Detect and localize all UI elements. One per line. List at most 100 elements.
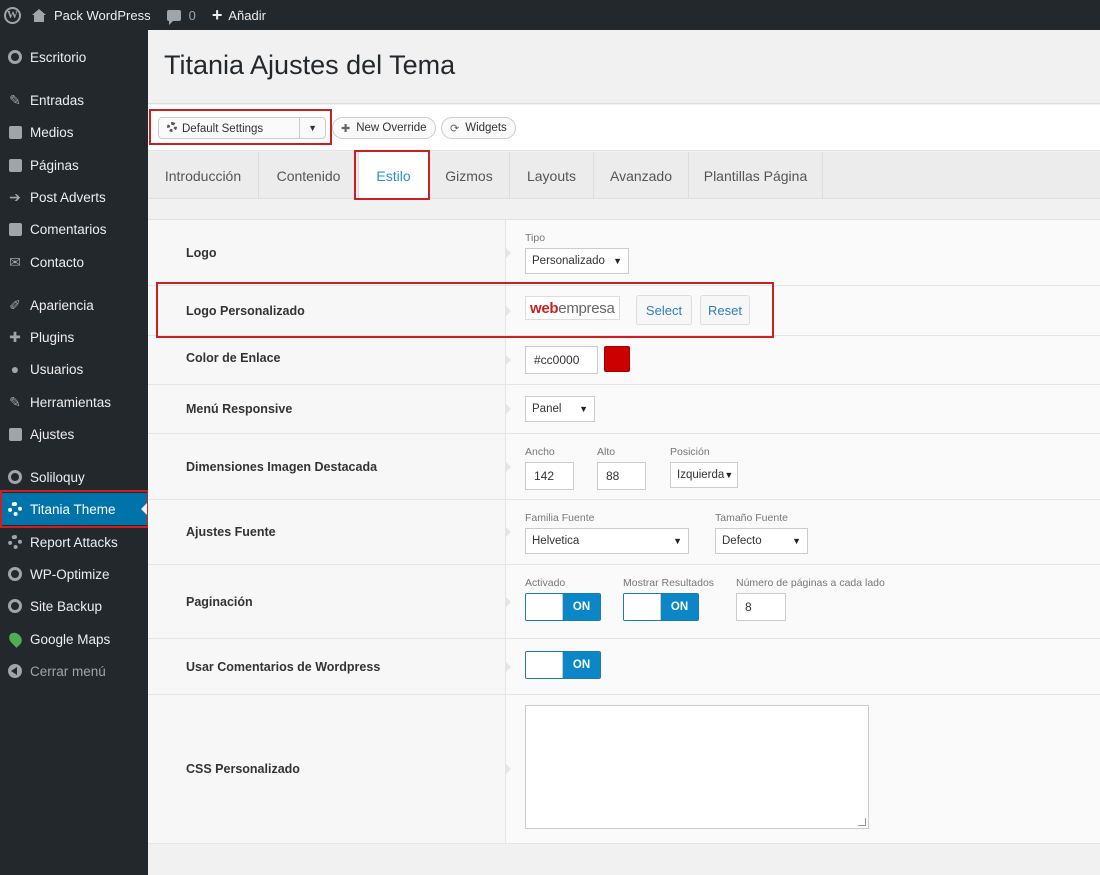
setting-control: Activado ON Mostrar Resultados ON Número… — [505, 565, 1100, 638]
pages-each-side-input[interactable]: 8 — [736, 593, 786, 621]
setting-control: ON — [505, 639, 1100, 694]
map-pin-icon — [0, 630, 30, 648]
highlight-estilo-tab — [354, 150, 430, 200]
field-label-posicion: Posición — [670, 446, 710, 458]
sidebar-item-medios[interactable]: Medios — [0, 116, 148, 148]
gear-icon — [0, 535, 30, 549]
link-color-input[interactable]: #cc0000 — [525, 346, 598, 374]
setting-row-css: CSS Personalizado — [148, 695, 1100, 844]
field-label-ancho: Ancho — [525, 446, 555, 458]
arrow-right-box-icon: ➔ — [9, 188, 21, 205]
tab-plantillas-pagina[interactable]: Plantillas Página — [689, 152, 823, 199]
sidebar-item-plugins[interactable]: ✚ Plugins — [0, 321, 148, 353]
show-results-toggle[interactable]: ON — [623, 593, 699, 621]
sidebar-item-site-backup[interactable]: Site Backup — [0, 590, 148, 622]
setting-row-logo: Logo Tipo Personalizado ▼ — [148, 220, 1100, 286]
sidebar-item-paginas[interactable]: Páginas — [0, 149, 148, 181]
sidebar-item-report-attacks[interactable]: Report Attacks — [0, 526, 148, 558]
admin-sidebar: Escritorio ✎ Entradas Medios Páginas ➔ Pos… — [0, 30, 148, 875]
sidebar-item-soliloquy[interactable]: Soliloquy — [0, 461, 148, 493]
font-family-select[interactable]: Helvetica ▼ — [525, 528, 689, 554]
home-icon — [32, 8, 46, 22]
setting-control: Ancho 142 Alto 88 Posición Izquierda ▼ — [505, 434, 1100, 499]
comment-icon — [166, 9, 181, 25]
field-label-activado: Activado — [525, 577, 566, 589]
sidebar-item-ajustes[interactable]: Ajustes — [0, 418, 148, 450]
highlight-logo-personalizado — [156, 282, 774, 338]
eye-icon — [0, 567, 30, 581]
pages-icon — [0, 158, 30, 172]
sidebar-item-herramientas[interactable]: ✎ Herramientas — [0, 386, 148, 418]
site-name: Pack WordPress — [54, 7, 151, 23]
sidebar-item-contacto[interactable]: ✉ Contacto — [0, 246, 148, 278]
highlight-titania-theme — [0, 490, 149, 528]
tab-gizmos[interactable]: Gizmos — [429, 152, 510, 199]
widgets-button[interactable]: ⟳ Widgets — [441, 117, 516, 139]
field-label-familia: Familia Fuente — [525, 512, 595, 524]
dashboard-icon — [0, 50, 30, 64]
sidebar-item-escritorio[interactable]: Escritorio — [0, 41, 148, 73]
wordpress-icon: W — [4, 6, 21, 24]
comments-link[interactable]: 0 — [159, 0, 204, 30]
link-color-swatch[interactable] — [604, 346, 630, 372]
sidebar-item-comentarios[interactable]: Comentarios — [0, 213, 148, 245]
admin-bar: W Pack WordPress 0 + Añadir — [0, 0, 1100, 30]
image-width-input[interactable]: 142 — [525, 462, 574, 490]
tab-introduccion[interactable]: Introducción — [148, 152, 259, 199]
site-name-link[interactable]: Pack WordPress — [24, 0, 159, 30]
brush-icon: ✐ — [9, 296, 21, 313]
setting-label: Ajustes Fuente — [148, 500, 506, 564]
user-icon: ● — [10, 361, 20, 377]
setting-label: Paginación — [148, 565, 506, 638]
wordpress-logo-button[interactable]: W — [0, 0, 24, 30]
pagination-enabled-toggle[interactable]: ON — [525, 593, 601, 621]
title-bar: Titania Ajustes del Tema — [148, 30, 1100, 104]
sidebar-item-usuarios[interactable]: ● Usuarios — [0, 353, 148, 385]
font-size-select[interactable]: Defecto ▼ — [715, 528, 808, 554]
add-new-link[interactable]: + Añadir — [204, 0, 274, 30]
chevron-down-icon: ▼ — [792, 536, 801, 546]
tab-layouts[interactable]: Layouts — [510, 152, 594, 199]
wrench-icon: ✎ — [9, 393, 21, 410]
setting-row-menu-responsive: Menú Responsive Panel ▼ — [148, 385, 1100, 434]
setting-row-dimensiones: Dimensiones Imagen Destacada Ancho 142 A… — [148, 434, 1100, 500]
image-height-input[interactable]: 88 — [597, 462, 646, 490]
sidebar-item-entradas[interactable]: ✎ Entradas — [0, 84, 148, 116]
menu-responsive-select[interactable]: Panel ▼ — [525, 396, 595, 422]
setting-row-color-enlace: Color de Enlace #cc0000 — [148, 336, 1100, 385]
logo-type-select[interactable]: Personalizado ▼ — [525, 248, 629, 274]
highlight-default-settings — [149, 109, 332, 145]
field-label-numero: Número de páginas a cada lado — [736, 577, 885, 589]
chevron-down-icon: ▼ — [673, 536, 682, 546]
sidebar-item-post-adverts[interactable]: ➔ Post Adverts — [0, 181, 148, 213]
sidebar-collapse-menu[interactable]: Cerrar menú — [0, 655, 148, 687]
add-new-label: Añadir — [228, 7, 266, 23]
tab-avanzado[interactable]: Avanzado — [594, 152, 689, 199]
setting-control: #cc0000 — [505, 336, 1100, 384]
wordpress-comments-toggle[interactable]: ON — [525, 651, 601, 679]
sidebar-item-wp-optimize[interactable]: WP-Optimize — [0, 558, 148, 590]
setting-control: Familia Fuente Helvetica ▼ Tamaño Fuente … — [505, 500, 1100, 564]
field-label-tamano: Tamaño Fuente — [715, 512, 788, 524]
field-label-alto: Alto — [597, 446, 616, 458]
sidebar-item-apariencia[interactable]: ✐ Apariencia — [0, 289, 148, 321]
settings-tabs: Introducción Contenido Estilo Gizmos Lay… — [148, 152, 1100, 199]
setting-row-ajustes-fuente: Ajustes Fuente Familia Fuente Helvetica ▼… — [148, 500, 1100, 565]
setting-control: Panel ▼ — [505, 385, 1100, 433]
plus-icon: ✚ — [341, 122, 351, 135]
tab-contenido[interactable]: Contenido — [259, 152, 359, 199]
new-override-button[interactable]: ✚ New Override — [332, 117, 436, 139]
setting-label: Usar Comentarios de Wordpress — [148, 639, 506, 694]
setting-control — [505, 695, 1100, 843]
sidebar-item-google-maps[interactable]: Google Maps — [0, 623, 148, 655]
plus-icon: + — [211, 5, 223, 25]
history-icon — [0, 599, 30, 613]
plug-icon: ✚ — [9, 328, 21, 345]
main-content: Titania Ajustes del Tema Default Setting… — [148, 30, 1100, 875]
chevron-down-icon: ▼ — [724, 470, 734, 480]
setting-label: CSS Personalizado — [148, 695, 506, 843]
setting-row-paginacion: Paginación Activado ON Mostrar Resultado… — [148, 565, 1100, 639]
image-position-select[interactable]: Izquierda ▼ — [670, 462, 738, 488]
custom-css-textarea[interactable] — [525, 705, 869, 829]
setting-label: Logo — [148, 220, 506, 285]
